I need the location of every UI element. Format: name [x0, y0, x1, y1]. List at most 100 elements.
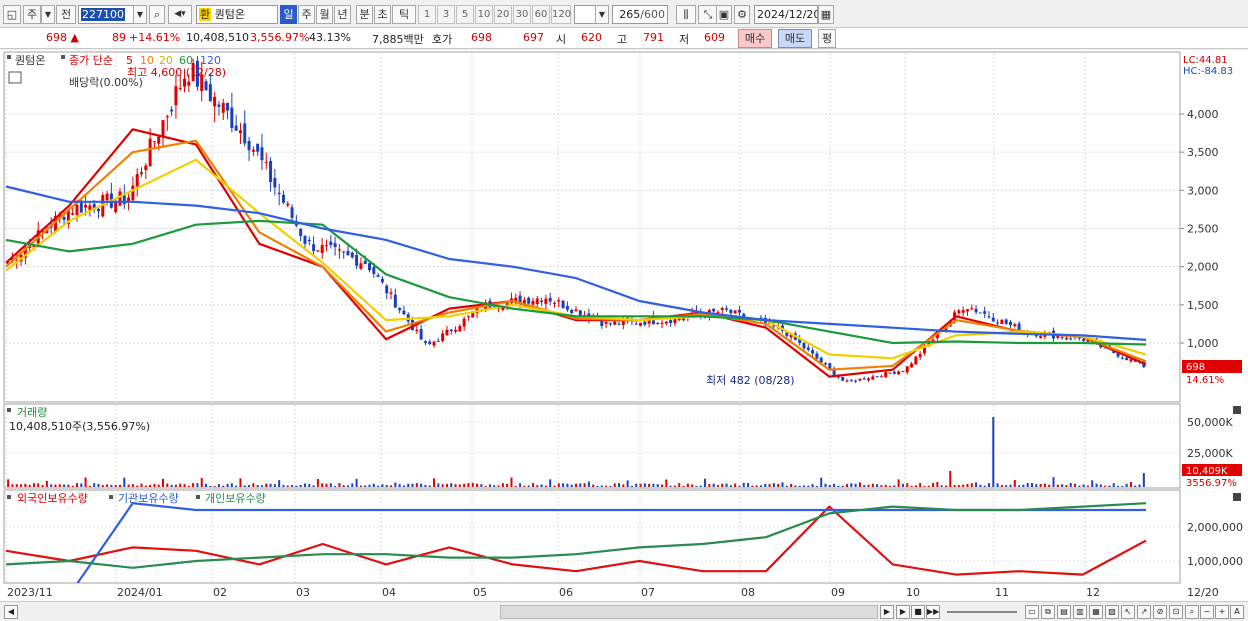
candle-body: [380, 278, 384, 283]
stock-code-input[interactable]: 227100: [78, 5, 134, 24]
cursor-icon[interactable]: ⤡: [698, 5, 718, 24]
x-axis-current-date: 12/20: [1187, 586, 1219, 599]
volume-bar: [837, 485, 840, 487]
x-axis: 2023/11 2024/01 02 03 04 05 06 07 08 09 10 11 12 12/2…: [7, 586, 1219, 599]
candle-body: [333, 243, 337, 248]
period-year-tab[interactable]: 년: [334, 5, 351, 24]
play-icon[interactable]: ▶: [896, 605, 910, 619]
layout-icon[interactable]: ▭: [1025, 605, 1039, 619]
volume-panel-close-icon[interactable]: [1233, 406, 1241, 414]
bottom-scrollbar[interactable]: ◀ ▶ ▶ ■ ▶▶ ▭ ⧉ ▤ ▥ ▦ ▧ ↖ ↗ ⊘ ⊡ ⌕ − + A: [0, 601, 1248, 621]
candle-type-icon[interactable]: ⫼: [676, 5, 696, 24]
table-icon[interactable]: [8, 71, 22, 84]
layout-icon[interactable]: ▥: [1073, 605, 1087, 619]
buy-button[interactable]: 매수: [738, 29, 772, 48]
ask-price: 698: [471, 31, 492, 44]
link-icon[interactable]: ⊘: [1153, 605, 1167, 619]
draw-tool-icon[interactable]: ↖: [1121, 605, 1135, 619]
save-icon[interactable]: ▣: [716, 5, 732, 24]
draw-tool-icon[interactable]: ↗: [1137, 605, 1151, 619]
layout-icon[interactable]: ▦: [1089, 605, 1103, 619]
period-month-tab[interactable]: 월: [316, 5, 333, 24]
market-prefix-button[interactable]: 주: [23, 5, 41, 24]
scroll-right-icon[interactable]: ▶: [880, 605, 894, 619]
candle-body: [613, 321, 617, 325]
custom-interval-input[interactable]: [574, 5, 596, 24]
interval-dropdown-icon[interactable]: ▼: [595, 5, 609, 24]
period-week-tab[interactable]: 주: [298, 5, 315, 24]
volume-bar: [226, 483, 229, 487]
candle-body: [350, 252, 354, 258]
volume-bar: [609, 485, 612, 487]
interval-button[interactable]: 1: [418, 5, 436, 24]
volume-bar: [127, 484, 130, 487]
candle-body: [608, 323, 612, 325]
period-second-tab[interactable]: 초: [374, 5, 391, 24]
candle-body: [428, 341, 432, 345]
open-label: 시: [556, 33, 567, 46]
sound-icon[interactable]: ◀▾: [168, 5, 192, 24]
candle-body: [372, 267, 376, 274]
volume-bar: [699, 485, 702, 487]
period-day-tab[interactable]: 일: [280, 5, 297, 24]
sell-button[interactable]: 매도: [778, 29, 812, 48]
speed-slider[interactable]: [947, 611, 1017, 613]
capture-icon[interactable]: ⊡: [1169, 605, 1183, 619]
plus-icon[interactable]: +: [1215, 605, 1229, 619]
volume-ratio: 3,556.97%: [250, 31, 310, 44]
calendar-icon[interactable]: ▦: [818, 5, 834, 24]
zoom-icon[interactable]: ⌕: [1185, 605, 1199, 619]
interval-button[interactable]: 120: [551, 5, 571, 24]
eval-button[interactable]: 평: [818, 29, 836, 48]
interval-button[interactable]: 10: [475, 5, 493, 24]
layout-icon[interactable]: ▤: [1057, 605, 1071, 619]
candle-body: [1120, 357, 1124, 359]
interval-button[interactable]: 60: [532, 5, 550, 24]
fast-forward-icon[interactable]: ▶▶: [926, 605, 940, 619]
interval-button[interactable]: 20: [494, 5, 512, 24]
minus-icon[interactable]: −: [1200, 605, 1214, 619]
window-icon[interactable]: ◱: [3, 5, 21, 24]
volume-current-tag: 10,409K: [1186, 466, 1228, 477]
date-input[interactable]: 2024/12/20: [754, 5, 818, 24]
bar-count-input[interactable]: 265/600: [612, 5, 668, 24]
volume-bar: [248, 484, 251, 487]
volume-bar: [1134, 485, 1137, 487]
candle-body: [208, 84, 212, 102]
interval-button[interactable]: 5: [456, 5, 474, 24]
volume-bar: [385, 484, 388, 487]
period-minute-tab[interactable]: 분: [356, 5, 373, 24]
code-dropdown-icon[interactable]: ▼: [133, 5, 147, 24]
stop-icon[interactable]: ■: [911, 605, 925, 619]
volume-bar: [187, 485, 190, 487]
gear-icon[interactable]: ⚙: [734, 5, 750, 24]
volume-bar: [1056, 484, 1059, 487]
interval-button[interactable]: 3: [437, 5, 455, 24]
scroll-left-icon[interactable]: ◀: [4, 605, 18, 619]
stock-chart[interactable]: 4,000 3,500 3,000 2,500 2,000 1,500 1,000 2023…: [0, 50, 1248, 603]
volume-bar: [1121, 485, 1124, 487]
chart-area[interactable]: 4,000 3,500 3,000 2,500 2,000 1,500 1,000 2023…: [0, 50, 1248, 603]
prev-button[interactable]: 전: [56, 5, 76, 24]
search-icon[interactable]: ⌕: [149, 5, 165, 24]
candle-body: [454, 329, 458, 332]
chevron-down-icon[interactable]: ▼: [41, 5, 55, 24]
layout-icon[interactable]: ⧉: [1041, 605, 1055, 619]
period-tick-tab[interactable]: 틱: [392, 5, 416, 24]
candle-body: [664, 321, 668, 324]
volume-bar: [639, 483, 642, 487]
layout-icon[interactable]: ▧: [1105, 605, 1119, 619]
volume-bar: [1104, 485, 1107, 487]
volume-bar: [600, 485, 603, 487]
volume-bar: [975, 482, 978, 487]
bid-price: 697: [523, 31, 544, 44]
x-axis-label: 11: [995, 586, 1009, 599]
volume-bar: [661, 484, 664, 487]
candle-body: [161, 120, 165, 137]
scroll-thumb[interactable]: [500, 605, 878, 619]
holding-panel-close-icon[interactable]: [1233, 493, 1241, 501]
volume-bar: [235, 485, 238, 487]
interval-button[interactable]: 30: [513, 5, 531, 24]
font-size-icon[interactable]: A: [1230, 605, 1244, 619]
stock-name-field[interactable]: 환 퀀텀온: [196, 5, 278, 24]
